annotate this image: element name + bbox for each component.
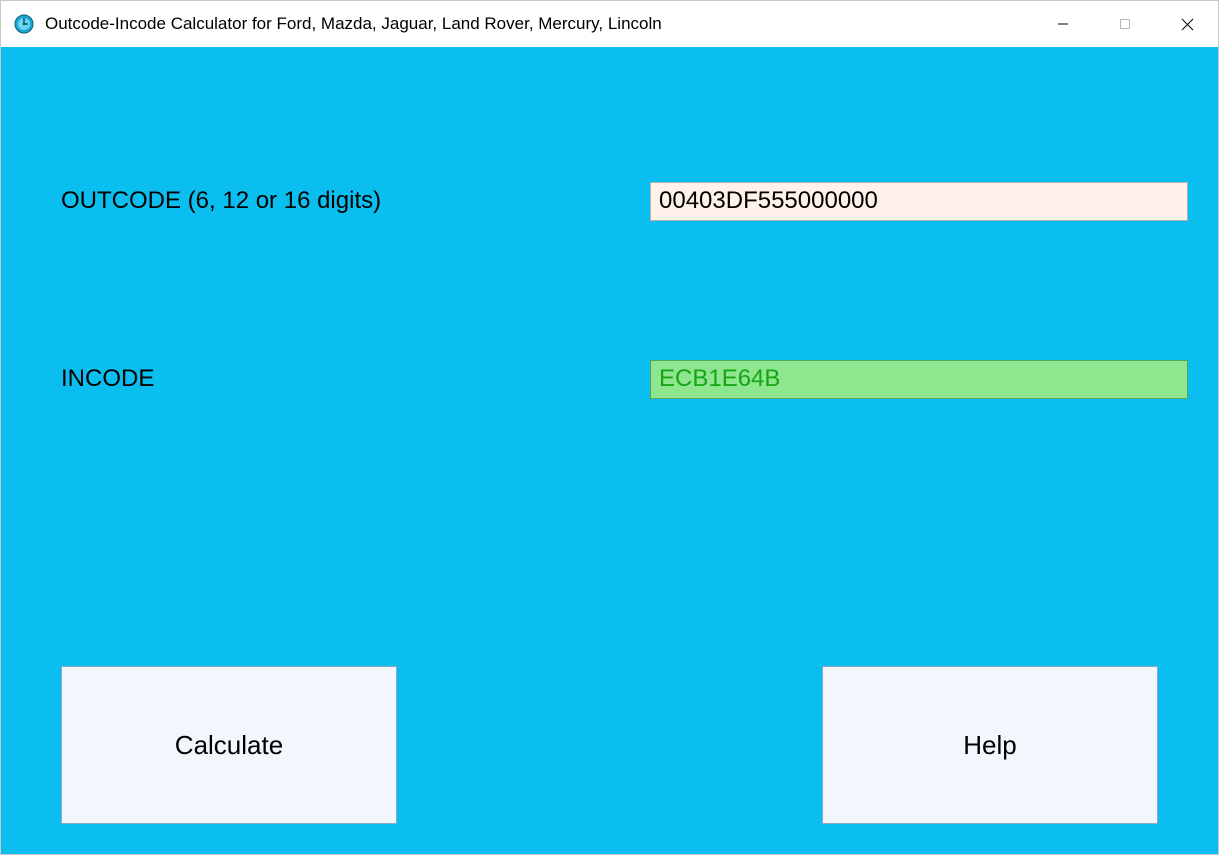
titlebar: Outcode-Incode Calculator for Ford, Mazd… <box>1 1 1218 47</box>
help-button[interactable]: Help <box>822 666 1158 824</box>
button-row: Calculate Help <box>61 666 1158 824</box>
outcode-row: OUTCODE (6, 12 or 16 digits) <box>61 187 1151 215</box>
calculate-button[interactable]: Calculate <box>61 666 397 824</box>
maximize-button[interactable] <box>1094 1 1156 47</box>
client-area: OUTCODE (6, 12 or 16 digits) INCODE Calc… <box>1 47 1218 854</box>
incode-output[interactable] <box>650 360 1188 399</box>
incode-row: INCODE <box>61 365 1151 393</box>
close-button[interactable] <box>1156 1 1218 47</box>
outcode-label: OUTCODE (6, 12 or 16 digits) <box>61 187 381 215</box>
app-icon <box>13 13 35 35</box>
window-title: Outcode-Incode Calculator for Ford, Mazd… <box>45 14 1032 34</box>
minimize-button[interactable] <box>1032 1 1094 47</box>
incode-label: INCODE <box>61 365 154 393</box>
window-controls <box>1032 1 1218 47</box>
app-window: Outcode-Incode Calculator for Ford, Mazd… <box>0 0 1219 855</box>
outcode-input[interactable] <box>650 182 1188 221</box>
